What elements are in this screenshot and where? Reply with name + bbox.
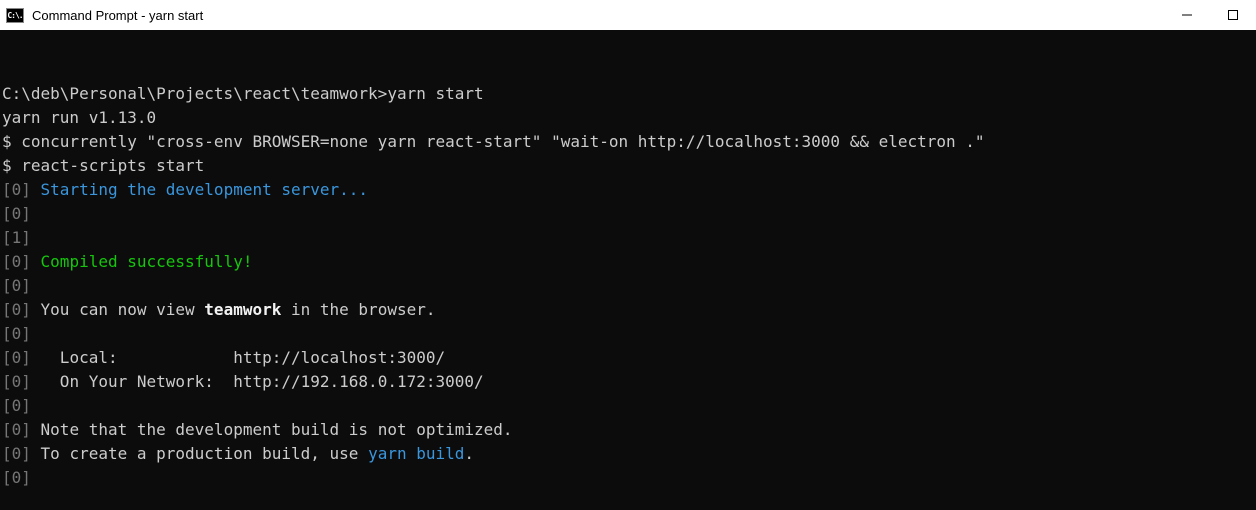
- react-scripts-line: $ react-scripts start: [2, 156, 204, 175]
- maximize-button[interactable]: [1210, 0, 1256, 30]
- prod-build-cmd: yarn build: [368, 444, 464, 463]
- process-index-0: [0]: [2, 468, 31, 487]
- process-index-0: [0]: [2, 444, 31, 463]
- prompt-command: yarn start: [387, 84, 483, 103]
- process-index-0: [0]: [2, 324, 31, 343]
- note-line: Note that the development build is not o…: [31, 420, 513, 439]
- concurrently-line: $ concurrently "cross-env BROWSER=none y…: [2, 132, 985, 151]
- window-buttons: [1164, 0, 1256, 30]
- yarn-run-line: yarn run v1.13.0: [2, 108, 156, 127]
- process-index-0: [0]: [2, 420, 31, 439]
- process-index-0: [0]: [2, 300, 31, 319]
- view-msg-post: in the browser.: [281, 300, 435, 319]
- process-index-0: [0]: [2, 180, 31, 199]
- window-title: Command Prompt - yarn start: [32, 8, 1164, 23]
- process-index-0: [0]: [2, 204, 31, 223]
- network-url-line: On Your Network: http://192.168.0.172:30…: [31, 372, 484, 391]
- process-index-1: [1]: [2, 228, 31, 247]
- window-titlebar: C:\. Command Prompt - yarn start: [0, 0, 1256, 30]
- prompt-path: C:\deb\Personal\Projects\react\teamwork>: [2, 84, 387, 103]
- process-index-0: [0]: [2, 396, 31, 415]
- minimize-button[interactable]: [1164, 0, 1210, 30]
- prod-build-pre: To create a production build, use: [31, 444, 368, 463]
- cmd-icon: C:\.: [6, 8, 24, 23]
- process-index-0: [0]: [2, 372, 31, 391]
- terminal-output[interactable]: C:\deb\Personal\Projects\react\teamwork>…: [0, 30, 1256, 510]
- view-msg-appname: teamwork: [204, 300, 281, 319]
- process-index-0: [0]: [2, 252, 31, 271]
- view-msg-pre: You can now view: [31, 300, 204, 319]
- starting-server-msg: Starting the development server...: [31, 180, 368, 199]
- process-index-0: [0]: [2, 348, 31, 367]
- local-url-line: Local: http://localhost:3000/: [31, 348, 445, 367]
- compiled-success-msg: Compiled successfully!: [31, 252, 253, 271]
- process-index-0: [0]: [2, 276, 31, 295]
- prod-build-post: .: [464, 444, 474, 463]
